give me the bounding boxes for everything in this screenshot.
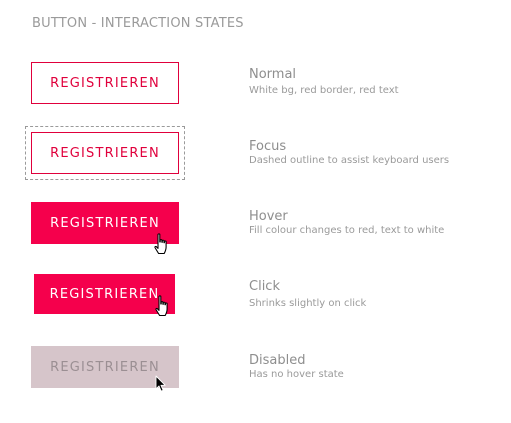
page-title: BUTTON - INTERACTION STATES [32,16,244,31]
register-button-disabled: REGISTRIEREN [31,346,179,388]
state-label-normal: Normal [249,67,297,82]
state-description-normal: White bg, red border, red text [249,85,399,96]
register-button-focus[interactable]: REGISTRIEREN [31,132,179,174]
state-description-hover: Fill colour changes to red, text to whit… [249,225,445,236]
state-label-focus: Focus [249,139,287,154]
state-description-focus: Dashed outline to assist keyboard users [249,155,450,166]
state-label-click: Click [249,279,280,294]
state-description-click: Shrinks slightly on click [249,298,367,309]
state-label-disabled: Disabled [249,353,306,368]
register-button-normal[interactable]: REGISTRIEREN [31,62,179,104]
register-button-hover[interactable]: REGISTRIEREN [31,202,179,244]
register-button-click[interactable]: REGISTRIEREN [34,274,175,314]
state-label-hover: Hover [249,209,288,224]
state-description-disabled: Has no hover state [249,369,344,380]
